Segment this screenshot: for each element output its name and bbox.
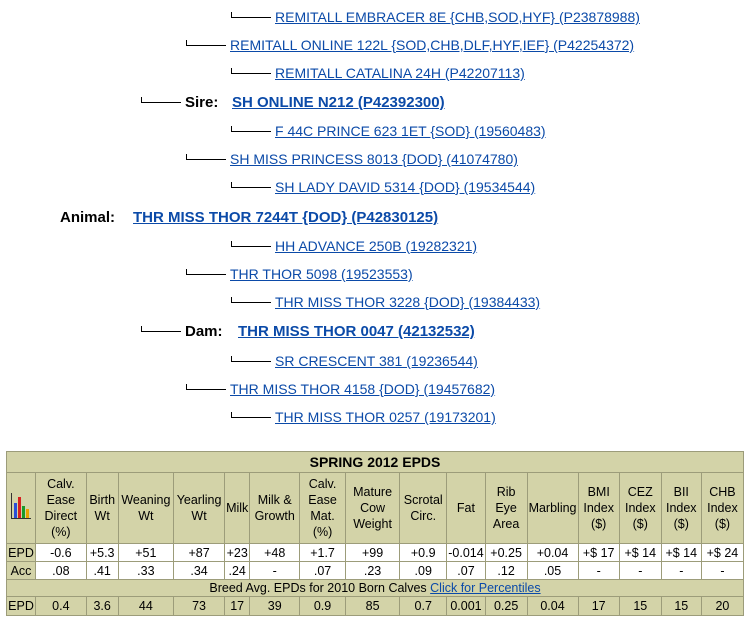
acc-value-cell: .12	[484, 561, 528, 580]
sire-link[interactable]: SH ONLINE N212 (P42392300)	[232, 94, 445, 111]
acc-value-cell: -	[700, 561, 745, 580]
percentiles-link[interactable]: Click for Percentiles	[430, 581, 540, 595]
acc-value-cell: .07	[299, 561, 346, 580]
dam-link[interactable]: THR MISS THOR 0047 (42132532)	[238, 323, 475, 340]
acc-value-cell: .08	[35, 561, 87, 580]
acc-value-cell: -	[577, 561, 620, 580]
breed-avg-value-cell: 0.7	[399, 596, 448, 616]
epd-header-cell: Milk	[224, 472, 251, 544]
breed-avg-value-cell: 20	[700, 596, 745, 616]
bar-chart-icon[interactable]	[6, 472, 36, 544]
epd-value-cell: +1.7	[299, 543, 346, 562]
epd-value-cell: +0.25	[484, 543, 528, 562]
breed-avg-caption: Breed Avg. EPDs for 2010 Born Calves Cli…	[6, 579, 744, 597]
epd-value-cell: +$ 14	[660, 543, 702, 562]
breed-avg-value-cell: 0.04	[526, 596, 579, 616]
epd-header-cell: Calv. Ease Mat. (%)	[299, 472, 346, 544]
epd-header-cell: Rib Eye Area	[484, 472, 528, 544]
pedigree-sdd-link[interactable]: SH LADY DAVID 5314 {DOD} (19534544)	[275, 179, 535, 195]
epd-value-cell: -0.6	[35, 543, 87, 562]
epd-row-label: EPD	[6, 543, 36, 562]
acc-value-cell: .05	[526, 561, 579, 580]
pedigree-dsd-link[interactable]: THR MISS THOR 3228 {DOD} (19384433)	[275, 294, 540, 310]
acc-value-cell: -	[618, 561, 662, 580]
acc-value-cell: -	[249, 561, 301, 580]
breed-avg-value-cell: 0.9	[299, 596, 346, 616]
breed-avg-value-cell: 0.4	[35, 596, 87, 616]
epd-table: SPRING 2012 EPDS Calv. Ease Direct (%) Bi…	[6, 451, 745, 616]
breed-avg-value-cell: 15	[618, 596, 662, 616]
sire-label: Sire:	[185, 94, 219, 111]
epd-header-cell: Mature Cow Weight	[344, 472, 401, 544]
breed-avg-value-cell: 0.25	[484, 596, 528, 616]
epd-header-cell: Marbling	[526, 472, 579, 544]
acc-value-cell: .09	[399, 561, 448, 580]
breed-row-label: EPD	[6, 596, 36, 616]
epd-value-cell: +87	[173, 543, 226, 562]
pedigree-sd-link[interactable]: SH MISS PRINCESS 8013 {DOD} (41074780)	[230, 151, 518, 167]
epd-header-cell: BII Index ($)	[660, 472, 702, 544]
acc-value-cell: .41	[85, 561, 119, 580]
pedigree-ddd-link[interactable]: THR MISS THOR 0257 (19173201)	[275, 409, 496, 425]
breed-avg-value-cell: 17	[224, 596, 251, 616]
epd-header-cell: Milk & Growth	[249, 472, 301, 544]
acc-value-cell: .34	[173, 561, 226, 580]
breed-avg-value-cell: 3.6	[85, 596, 119, 616]
animal-link[interactable]: THR MISS THOR 7244T {DOD} (P42830125)	[133, 209, 438, 226]
epd-header-cell: Weaning Wt	[117, 472, 175, 544]
epd-header-cell: Calv. Ease Direct (%)	[35, 472, 87, 544]
epd-value-cell: +0.9	[399, 543, 448, 562]
pedigree-sss-link[interactable]: REMITALL EMBRACER 8E {CHB,SOD,HYF} (P238…	[275, 9, 640, 25]
epd-value-cell: +23	[224, 543, 251, 562]
epd-header-cell: Birth Wt	[85, 472, 119, 544]
acc-value-cell: -	[660, 561, 702, 580]
breed-avg-value-cell: 39	[249, 596, 301, 616]
epd-value-cell: +$ 24	[700, 543, 745, 562]
animal-label: Animal:	[60, 209, 116, 226]
epd-value-cell: +0.04	[526, 543, 579, 562]
breed-avg-value-cell: 73	[173, 596, 226, 616]
epd-value-cell: -0.014	[446, 543, 486, 562]
epd-value-cell: +48	[249, 543, 301, 562]
epd-value-cell: +$ 14	[618, 543, 662, 562]
epd-value-cell: +5.3	[85, 543, 119, 562]
acc-row-label: Acc	[6, 561, 36, 580]
epd-value-cell: +51	[117, 543, 175, 562]
epd-header-cell: BMI Index ($)	[577, 472, 620, 544]
acc-value-cell: .24	[224, 561, 251, 580]
pedigree-dd-link[interactable]: THR MISS THOR 4158 {DOD} (19457682)	[230, 381, 495, 397]
breed-avg-value-cell: 85	[344, 596, 401, 616]
pedigree-ssd-link[interactable]: REMITALL CATALINA 24H (P42207113)	[275, 65, 525, 81]
pedigree-dss-link[interactable]: HH ADVANCE 250B (19282321)	[275, 238, 477, 254]
epd-header-cell: CHB Index ($)	[700, 472, 745, 544]
pedigree-ds-link[interactable]: THR THOR 5098 (19523553)	[230, 266, 413, 282]
epd-value-cell: +$ 17	[577, 543, 620, 562]
pedigree-dds-link[interactable]: SR CRESCENT 381 (19236544)	[275, 353, 478, 369]
breed-avg-value-cell: 15	[660, 596, 702, 616]
breed-avg-value-cell: 44	[117, 596, 175, 616]
breed-avg-value-cell: 0.001	[446, 596, 486, 616]
epd-header-cell: Fat	[446, 472, 486, 544]
epd-header-cell: Yearling Wt	[173, 472, 226, 544]
pedigree-sds-link[interactable]: F 44C PRINCE 623 1ET {SOD} (19560483)	[275, 123, 546, 139]
acc-value-cell: .23	[344, 561, 401, 580]
epd-value-cell: +99	[344, 543, 401, 562]
acc-value-cell: .07	[446, 561, 486, 580]
epd-table-title: SPRING 2012 EPDS	[6, 451, 744, 473]
acc-value-cell: .33	[117, 561, 175, 580]
dam-label: Dam:	[185, 323, 223, 340]
breed-avg-value-cell: 17	[577, 596, 620, 616]
epd-header-cell: Scrotal Circ.	[399, 472, 448, 544]
epd-header-cell: CEZ Index ($)	[618, 472, 662, 544]
pedigree-ss-link[interactable]: REMITALL ONLINE 122L {SOD,CHB,DLF,HYF,IE…	[230, 37, 634, 53]
breed-avg-text: Breed Avg. EPDs for 2010 Born Calves	[209, 581, 427, 595]
